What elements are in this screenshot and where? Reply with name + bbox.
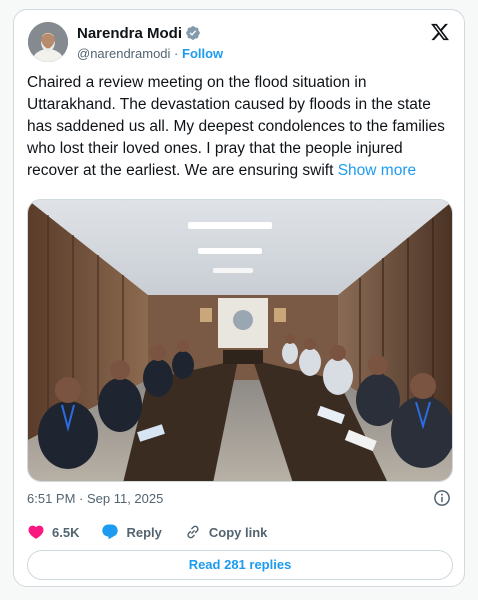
like-button[interactable]: 6.5K <box>27 523 79 541</box>
show-more-link[interactable]: Show more <box>338 162 416 179</box>
tweet-photo[interactable] <box>27 199 453 482</box>
info-icon[interactable] <box>433 489 451 507</box>
tweet-text: Chaired a review meeting on the flood si… <box>27 72 455 182</box>
author-block: Narendra Modi @narendramodi · Follow <box>77 23 223 63</box>
display-name[interactable]: Narendra Modi <box>77 25 182 42</box>
like-count: 6.5K <box>52 524 80 540</box>
timestamp[interactable]: 6:51 PM · Sep 11, 2025 <box>27 490 163 508</box>
reply-label: Reply <box>126 524 162 540</box>
reply-icon <box>102 524 119 540</box>
copy-link-button[interactable]: Copy link <box>184 523 268 541</box>
link-icon <box>187 525 199 539</box>
verified-icon <box>186 26 200 40</box>
copy-link-label: Copy link <box>208 524 268 540</box>
handle[interactable]: @narendramodi <box>77 46 170 61</box>
follow-button[interactable]: Follow <box>182 46 223 61</box>
read-replies-button[interactable]: Read 281 replies <box>27 550 453 580</box>
action-bar: 6.5K Reply Copy link <box>27 522 289 542</box>
avatar[interactable] <box>28 22 68 62</box>
separator: · <box>174 46 179 61</box>
x-logo-icon[interactable] <box>430 22 450 42</box>
tweet-card: Narendra Modi @narendramodi · Follow Cha… <box>13 9 465 587</box>
heart-icon <box>28 525 44 539</box>
reply-button[interactable]: Reply <box>101 523 162 541</box>
